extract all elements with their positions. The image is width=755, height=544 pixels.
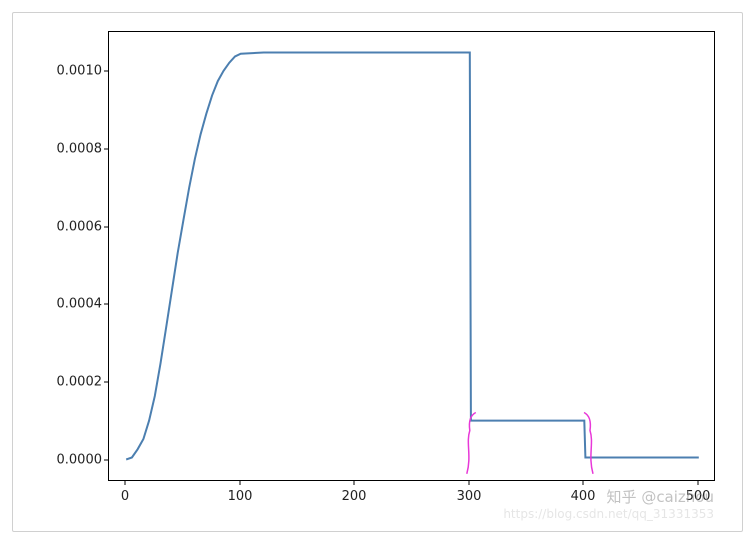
annotation-bracket-left	[467, 413, 476, 474]
x-tick-mark	[354, 481, 355, 485]
x-tick-label: 0	[105, 489, 145, 504]
y-tick-label: 0.0002	[32, 375, 102, 390]
y-tick-mark	[104, 149, 108, 150]
x-tick-mark	[698, 481, 699, 485]
data-line	[126, 53, 699, 460]
y-tick-label: 0.0006	[32, 220, 102, 235]
x-tick-mark	[583, 481, 584, 485]
y-tick-mark	[104, 304, 108, 305]
x-tick-mark	[240, 481, 241, 485]
y-tick-label: 0.0004	[32, 297, 102, 312]
x-tick-mark	[125, 481, 126, 485]
watermark-url: https://blog.csdn.net/qq_31331353	[503, 507, 714, 521]
x-tick-label: 100	[220, 489, 260, 504]
x-tick-mark	[469, 481, 470, 485]
y-tick-label: 0.0000	[32, 453, 102, 468]
y-tick-mark	[104, 460, 108, 461]
x-tick-label: 500	[678, 489, 718, 504]
y-tick-mark	[104, 227, 108, 228]
x-tick-label: 300	[449, 489, 489, 504]
y-tick-label: 0.0010	[32, 64, 102, 79]
plot-area	[108, 31, 715, 481]
y-tick-mark	[104, 71, 108, 72]
chart-container: 0.0000 0.0002 0.0004 0.0006 0.0008 0.001…	[12, 12, 743, 532]
y-tick-label: 0.0008	[32, 142, 102, 157]
y-tick-mark	[104, 382, 108, 383]
x-tick-label: 200	[334, 489, 374, 504]
chart-svg	[109, 32, 716, 482]
x-tick-label: 400	[563, 489, 603, 504]
